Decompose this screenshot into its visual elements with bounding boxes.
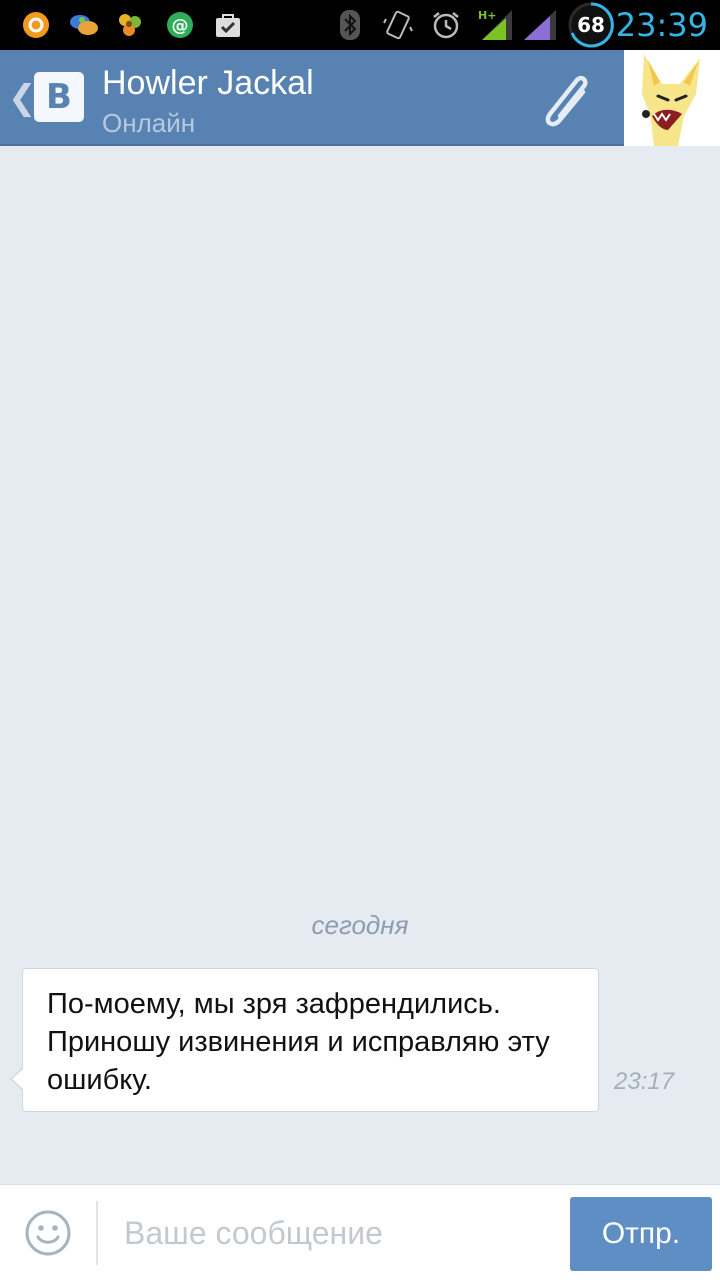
battery-level: 68 [577, 13, 605, 37]
contact-name[interactable]: Howler Jackal [102, 64, 314, 103]
signal-icon [522, 9, 558, 41]
message-input[interactable] [112, 1203, 552, 1263]
send-button[interactable]: Отпр. [570, 1197, 712, 1271]
chat-bubbles-icon [68, 9, 100, 41]
composer-bar: Отпр. [0, 1184, 720, 1280]
network-type-label: H+ [478, 9, 496, 22]
vibrate-icon [382, 9, 414, 41]
chat-header: ❮ В Howler Jackal Онлайн [0, 50, 720, 146]
emoji-button[interactable] [24, 1209, 72, 1257]
attach-button[interactable] [538, 70, 600, 130]
bag-check-icon [212, 9, 244, 41]
flower-icon [114, 9, 146, 41]
message-time: 23:17 [614, 1068, 675, 1095]
smiley-icon [25, 1210, 71, 1256]
status-time: 23:39 [615, 6, 708, 44]
bluetooth-icon [334, 9, 366, 41]
composer-divider [96, 1201, 98, 1265]
odnoklassniki-icon [20, 9, 52, 41]
contact-avatar[interactable] [624, 50, 720, 146]
contact-status: Онлайн [102, 108, 196, 138]
vk-logo-letter: В [46, 77, 72, 117]
battery-icon: 68 [566, 0, 616, 50]
paperclip-icon [545, 75, 588, 127]
status-bar: @ H+ 68 23:39 [0, 0, 720, 50]
message-text: По-моему, мы зря зафрендились. Приношу и… [47, 988, 550, 1096]
vk-logo-button[interactable]: В [34, 72, 84, 122]
at-sign-icon: @ [164, 9, 196, 41]
signal-icon: H+ [476, 9, 516, 41]
date-separator: сегодня [311, 910, 409, 940]
alarm-icon [430, 9, 462, 41]
chevron-left-icon[interactable]: ❮ [8, 78, 37, 118]
message-bubble[interactable]: По-моему, мы зря зафрендились. Приношу и… [10, 968, 599, 1112]
svg-text:@: @ [172, 16, 189, 36]
